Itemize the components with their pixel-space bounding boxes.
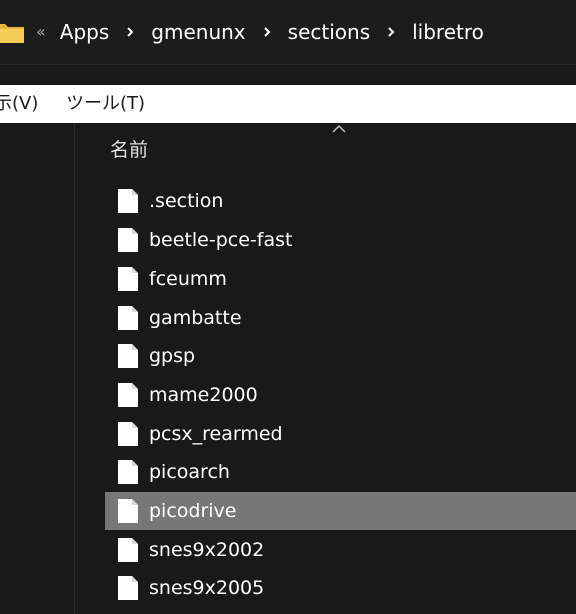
file-name: mame2000: [149, 384, 258, 406]
list-item[interactable]: pcsx_rearmed: [105, 415, 576, 453]
list-item-selected[interactable]: picodrive: [105, 492, 576, 530]
list-item[interactable]: gpsp: [105, 337, 576, 375]
file-icon: [118, 538, 138, 562]
breadcrumb-item-libretro[interactable]: libretro: [410, 20, 486, 44]
file-icon: [118, 576, 138, 600]
file-name: pcsx_rearmed: [149, 423, 283, 445]
file-name: snes9x2002: [149, 539, 265, 561]
file-icon: [118, 460, 138, 484]
navigation-pane[interactable]: [0, 123, 74, 614]
list-item[interactable]: snes9x2002: [105, 531, 576, 569]
list-item[interactable]: mame2000: [105, 376, 576, 414]
file-name: gpsp: [149, 345, 196, 367]
sort-ascending-icon: [332, 124, 346, 133]
chevron-right-icon[interactable]: [386, 26, 396, 38]
list-item[interactable]: snes9x2005: [105, 569, 576, 607]
file-name: .section: [149, 190, 224, 212]
file-name: gambatte: [149, 307, 242, 329]
file-name: picoarch: [149, 461, 230, 483]
file-name: fceumm: [149, 268, 227, 290]
file-icon: [118, 189, 138, 213]
file-list: 名前 .section beetle-pce-fast fceumm gamba…: [75, 123, 576, 614]
chevron-right-icon[interactable]: [262, 26, 272, 38]
column-header-name[interactable]: 名前: [110, 135, 148, 162]
file-icon: [118, 499, 138, 523]
list-item[interactable]: gambatte: [105, 299, 576, 337]
menu-tools[interactable]: ツール(T): [66, 85, 145, 123]
menu-view[interactable]: 示(V): [0, 85, 38, 123]
file-icon: [118, 344, 138, 368]
file-icon: [118, 267, 138, 291]
file-name: snes9x2005: [149, 577, 265, 599]
chevron-right-icon[interactable]: [125, 26, 135, 38]
breadcrumb-item-gmenunx[interactable]: gmenunx: [149, 20, 247, 44]
breadcrumb-item-apps[interactable]: Apps: [58, 20, 112, 44]
breadcrumb-item-sections[interactable]: sections: [286, 20, 372, 44]
menu-bar: 示(V) ツール(T): [0, 85, 576, 123]
list-item[interactable]: beetle-pce-fast: [105, 221, 576, 259]
list-item[interactable]: fceumm: [105, 260, 576, 298]
list-item[interactable]: picoarch: [105, 453, 576, 491]
breadcrumb: « Apps gmenunx sections libretro: [36, 0, 486, 64]
folder-icon: [0, 24, 24, 43]
file-explorer-window: « Apps gmenunx sections libretro 示(V) ツー…: [0, 0, 576, 614]
file-icon: [118, 228, 138, 252]
file-name: beetle-pce-fast: [149, 229, 293, 251]
breadcrumb-overflow-icon[interactable]: «: [36, 22, 46, 41]
address-bar[interactable]: « Apps gmenunx sections libretro: [0, 0, 576, 65]
file-icon: [118, 306, 138, 330]
file-icon: [118, 422, 138, 446]
file-icon: [118, 383, 138, 407]
list-item[interactable]: .section: [105, 182, 576, 220]
file-name: picodrive: [149, 500, 237, 522]
